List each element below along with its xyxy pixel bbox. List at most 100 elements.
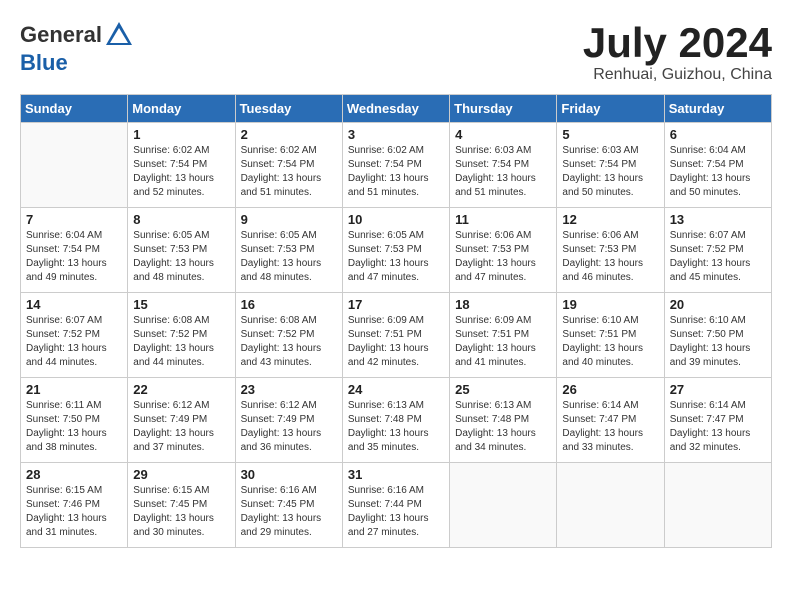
calendar-cell: 24 Sunrise: 6:13 AM Sunset: 7:48 PM Dayli…: [342, 378, 449, 463]
day-number: 26: [562, 382, 658, 397]
day-info: Sunrise: 6:13 AM Sunset: 7:48 PM Dayligh…: [348, 399, 444, 455]
calendar-cell: 23 Sunrise: 6:12 AM Sunset: 7:49 PM Dayli…: [235, 378, 342, 463]
day-number: 24: [348, 382, 444, 397]
calendar-cell: 10 Sunrise: 6:05 AM Sunset: 7:53 PM Dayli…: [342, 208, 449, 293]
calendar-cell: 22Sunrise: 6:12 AM Sunset: 7:49 PM Dayli…: [128, 378, 235, 463]
calendar-cell: 29 Sunrise: 6:15 AM Sunset: 7:45 PM Dayli…: [128, 463, 235, 548]
calendar-cell: 31 Sunrise: 6:16 AM Sunset: 7:44 PM Dayli…: [342, 463, 449, 548]
day-info: Sunrise: 6:11 AM Sunset: 7:50 PM Dayligh…: [26, 399, 122, 455]
calendar-cell: 12 Sunrise: 6:06 AM Sunset: 7:53 PM Dayli…: [557, 208, 664, 293]
calendar-header-tuesday: Tuesday: [235, 95, 342, 123]
calendar-cell: 28 Sunrise: 6:15 AM Sunset: 7:46 PM Dayli…: [21, 463, 128, 548]
calendar-cell: 25 Sunrise: 6:13 AM Sunset: 7:48 PM Dayli…: [450, 378, 557, 463]
day-number: 25: [455, 382, 551, 397]
day-info: Sunrise: 6:05 AM Sunset: 7:53 PM Dayligh…: [348, 229, 444, 285]
calendar-cell: [557, 463, 664, 548]
day-info: Sunrise: 6:15 AM Sunset: 7:46 PM Dayligh…: [26, 484, 122, 540]
day-number: 28: [26, 467, 122, 482]
day-info: Sunrise: 6:04 AM Sunset: 7:54 PM Dayligh…: [670, 144, 766, 200]
calendar-header-monday: Monday: [128, 95, 235, 123]
calendar-cell: 13 Sunrise: 6:07 AM Sunset: 7:52 PM Dayli…: [664, 208, 771, 293]
day-number: 1: [133, 127, 229, 142]
day-info: Sunrise: 6:10 AM Sunset: 7:51 PM Dayligh…: [562, 314, 658, 370]
day-number: 5: [562, 127, 658, 142]
title-block: July 2024 Renhuai, Guizhou, China: [583, 20, 772, 84]
day-number: 18: [455, 297, 551, 312]
calendar-cell: 4Sunrise: 6:03 AM Sunset: 7:54 PM Daylig…: [450, 123, 557, 208]
calendar-cell: 9Sunrise: 6:05 AM Sunset: 7:53 PM Daylig…: [235, 208, 342, 293]
calendar-cell: 30 Sunrise: 6:16 AM Sunset: 7:45 PM Dayli…: [235, 463, 342, 548]
day-info: Sunrise: 6:08 AM Sunset: 7:52 PM Dayligh…: [241, 314, 337, 370]
day-info: Sunrise: 6:14 AM Sunset: 7:47 PM Dayligh…: [670, 399, 766, 455]
day-number: 6: [670, 127, 766, 142]
day-info: Sunrise: 6:09 AM Sunset: 7:51 PM Dayligh…: [348, 314, 444, 370]
day-info: Sunrise: 6:12 AM Sunset: 7:49 PM Dayligh…: [241, 399, 337, 455]
day-number: 31: [348, 467, 444, 482]
calendar-week-4: 21 Sunrise: 6:11 AM Sunset: 7:50 PM Dayli…: [21, 378, 772, 463]
calendar-cell: 14Sunrise: 6:07 AM Sunset: 7:52 PM Dayli…: [21, 293, 128, 378]
calendar-header-wednesday: Wednesday: [342, 95, 449, 123]
day-info: Sunrise: 6:13 AM Sunset: 7:48 PM Dayligh…: [455, 399, 551, 455]
calendar-header-row: SundayMondayTuesdayWednesdayThursdayFrid…: [21, 95, 772, 123]
day-number: 8: [133, 212, 229, 227]
day-info: Sunrise: 6:05 AM Sunset: 7:53 PM Dayligh…: [133, 229, 229, 285]
calendar-cell: 27Sunrise: 6:14 AM Sunset: 7:47 PM Dayli…: [664, 378, 771, 463]
day-info: Sunrise: 6:02 AM Sunset: 7:54 PM Dayligh…: [241, 144, 337, 200]
calendar-cell: [21, 123, 128, 208]
calendar-week-2: 7Sunrise: 6:04 AM Sunset: 7:54 PM Daylig…: [21, 208, 772, 293]
day-info: Sunrise: 6:02 AM Sunset: 7:54 PM Dayligh…: [133, 144, 229, 200]
calendar-cell: 20Sunrise: 6:10 AM Sunset: 7:50 PM Dayli…: [664, 293, 771, 378]
day-number: 14: [26, 297, 122, 312]
logo-blue-text: Blue: [20, 50, 68, 75]
calendar-header-friday: Friday: [557, 95, 664, 123]
calendar-cell: 17Sunrise: 6:09 AM Sunset: 7:51 PM Dayli…: [342, 293, 449, 378]
day-number: 30: [241, 467, 337, 482]
day-info: Sunrise: 6:06 AM Sunset: 7:53 PM Dayligh…: [562, 229, 658, 285]
day-number: 23: [241, 382, 337, 397]
calendar-cell: 16 Sunrise: 6:08 AM Sunset: 7:52 PM Dayli…: [235, 293, 342, 378]
day-number: 21: [26, 382, 122, 397]
logo: General Blue: [20, 20, 134, 76]
day-info: Sunrise: 6:14 AM Sunset: 7:47 PM Dayligh…: [562, 399, 658, 455]
day-number: 15: [133, 297, 229, 312]
calendar-week-1: 1 Sunrise: 6:02 AM Sunset: 7:54 PM Daylig…: [21, 123, 772, 208]
page-header: General Blue July 2024 Renhuai, Guizhou,…: [20, 20, 772, 84]
day-number: 10: [348, 212, 444, 227]
calendar-cell: 11Sunrise: 6:06 AM Sunset: 7:53 PM Dayli…: [450, 208, 557, 293]
day-info: Sunrise: 6:15 AM Sunset: 7:45 PM Dayligh…: [133, 484, 229, 540]
day-info: Sunrise: 6:09 AM Sunset: 7:51 PM Dayligh…: [455, 314, 551, 370]
calendar-cell: 5 Sunrise: 6:03 AM Sunset: 7:54 PM Daylig…: [557, 123, 664, 208]
location: Renhuai, Guizhou, China: [583, 66, 772, 84]
calendar-header-sunday: Sunday: [21, 95, 128, 123]
calendar-header-saturday: Saturday: [664, 95, 771, 123]
calendar-cell: 26 Sunrise: 6:14 AM Sunset: 7:47 PM Dayli…: [557, 378, 664, 463]
day-info: Sunrise: 6:07 AM Sunset: 7:52 PM Dayligh…: [670, 229, 766, 285]
calendar-cell: [450, 463, 557, 548]
calendar-table: SundayMondayTuesdayWednesdayThursdayFrid…: [20, 94, 772, 548]
day-number: 9: [241, 212, 337, 227]
day-number: 29: [133, 467, 229, 482]
day-info: Sunrise: 6:06 AM Sunset: 7:53 PM Dayligh…: [455, 229, 551, 285]
day-number: 12: [562, 212, 658, 227]
calendar-cell: 19 Sunrise: 6:10 AM Sunset: 7:51 PM Dayli…: [557, 293, 664, 378]
month-title: July 2024: [583, 20, 772, 66]
day-info: Sunrise: 6:16 AM Sunset: 7:44 PM Dayligh…: [348, 484, 444, 540]
day-info: Sunrise: 6:16 AM Sunset: 7:45 PM Dayligh…: [241, 484, 337, 540]
day-number: 13: [670, 212, 766, 227]
day-number: 22: [133, 382, 229, 397]
day-number: 16: [241, 297, 337, 312]
calendar-cell: 7Sunrise: 6:04 AM Sunset: 7:54 PM Daylig…: [21, 208, 128, 293]
logo-general-text: General: [20, 22, 102, 48]
day-number: 19: [562, 297, 658, 312]
calendar-cell: [664, 463, 771, 548]
calendar-cell: 21 Sunrise: 6:11 AM Sunset: 7:50 PM Dayli…: [21, 378, 128, 463]
calendar-cell: 6 Sunrise: 6:04 AM Sunset: 7:54 PM Daylig…: [664, 123, 771, 208]
calendar-cell: 8 Sunrise: 6:05 AM Sunset: 7:53 PM Daylig…: [128, 208, 235, 293]
day-number: 3: [348, 127, 444, 142]
calendar-cell: 1 Sunrise: 6:02 AM Sunset: 7:54 PM Daylig…: [128, 123, 235, 208]
day-info: Sunrise: 6:04 AM Sunset: 7:54 PM Dayligh…: [26, 229, 122, 285]
calendar-cell: 3 Sunrise: 6:02 AM Sunset: 7:54 PM Daylig…: [342, 123, 449, 208]
day-info: Sunrise: 6:03 AM Sunset: 7:54 PM Dayligh…: [562, 144, 658, 200]
day-info: Sunrise: 6:02 AM Sunset: 7:54 PM Dayligh…: [348, 144, 444, 200]
day-number: 20: [670, 297, 766, 312]
